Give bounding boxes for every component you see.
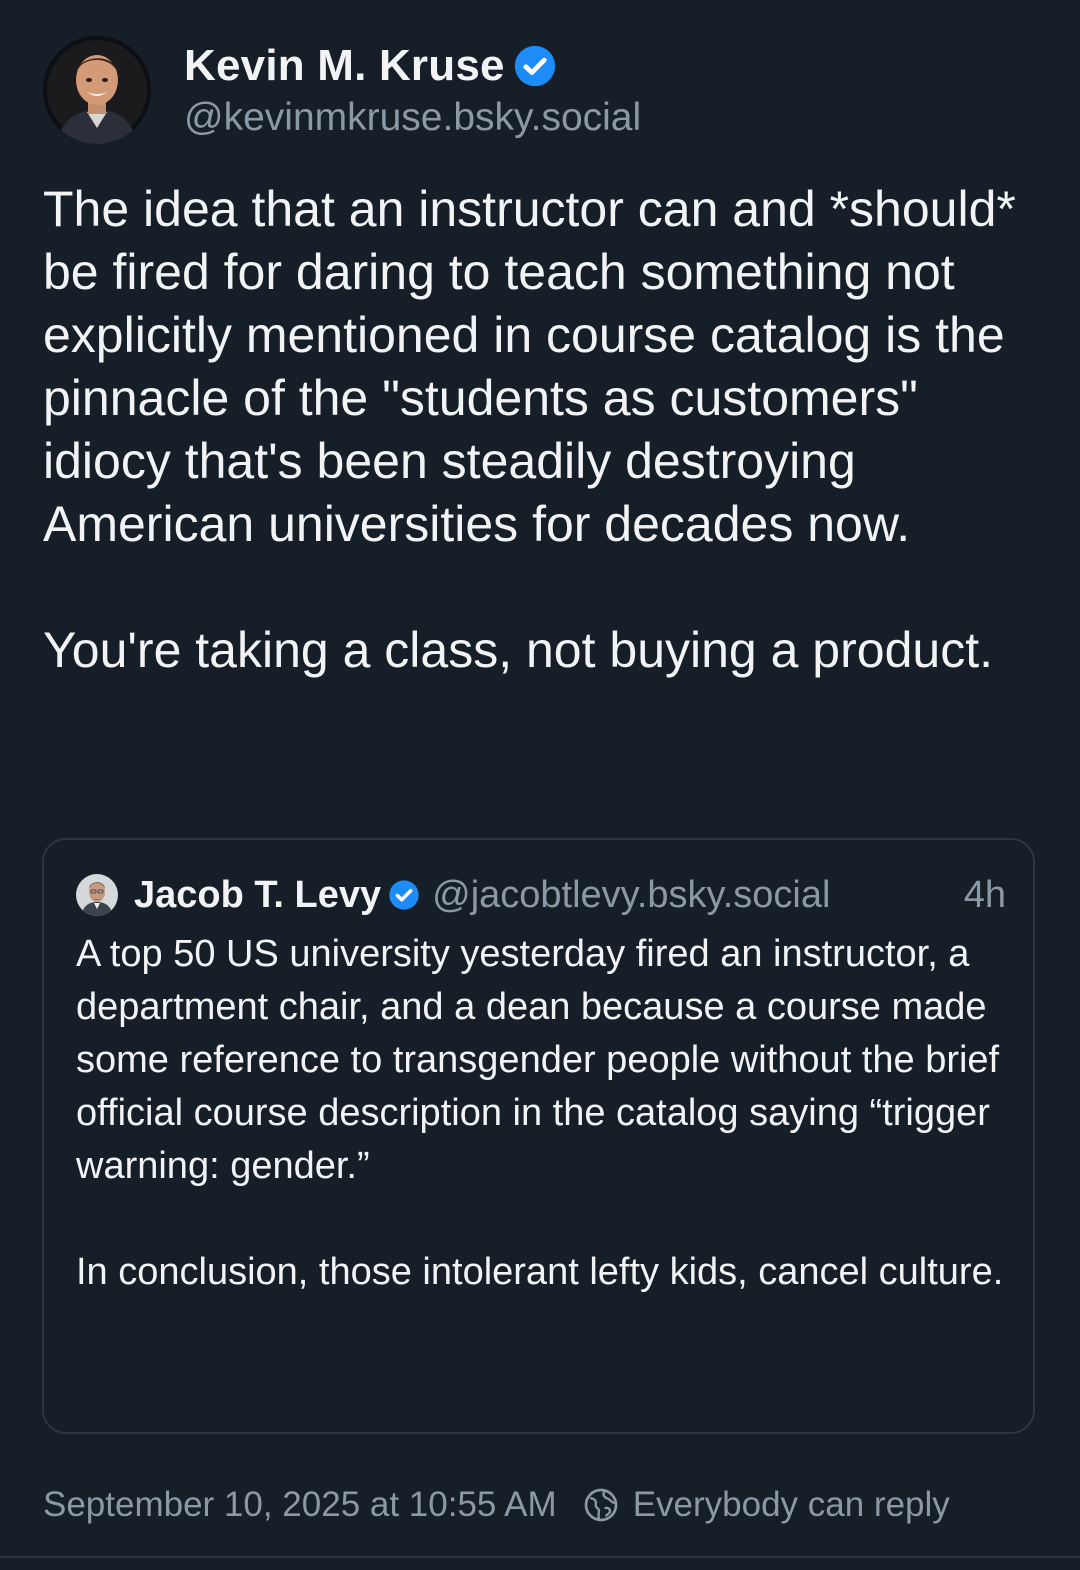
- post-text-paragraph-1: The idea that an instructor can and *sho…: [43, 181, 1016, 552]
- quoted-author-name[interactable]: Jacob T. Levy: [134, 874, 381, 917]
- quoted-post-text-paragraph-2: In conclusion, those intolerant lefty ki…: [76, 1251, 1004, 1293]
- quoted-post-text: A top 50 US university yesterday fired a…: [76, 928, 1016, 1299]
- quoted-author-avatar[interactable]: [76, 874, 118, 916]
- quoted-post-card[interactable]: Jacob T. Levy @jacobtlevy.bsky.social 4h…: [42, 838, 1035, 1434]
- author-name[interactable]: Kevin M. Kruse: [184, 41, 505, 91]
- quoted-post-time: 4h: [963, 873, 1006, 916]
- reply-setting-label[interactable]: Everybody can reply: [633, 1485, 950, 1525]
- quoted-verified-check-icon[interactable]: [388, 879, 420, 911]
- post-thread-view: Kevin M. Kruse @kevinmkruse.bsky.social …: [0, 0, 1080, 1570]
- post-text: The idea that an instructor can and *sho…: [43, 178, 1043, 682]
- verified-check-icon[interactable]: [513, 44, 557, 88]
- divider: [0, 1556, 1080, 1558]
- author-handle[interactable]: @kevinmkruse.bsky.social: [184, 96, 641, 140]
- post-timestamp: September 10, 2025 at 10:55 AM: [43, 1485, 557, 1524]
- author-avatar[interactable]: [43, 36, 151, 144]
- author-name-row: Kevin M. Kruse: [184, 38, 557, 94]
- quoted-author-handle[interactable]: @jacobtlevy.bsky.social: [432, 874, 830, 917]
- globe-icon: [583, 1487, 619, 1523]
- quoted-post-header: Jacob T. Levy @jacobtlevy.bsky.social 4h: [76, 870, 1006, 920]
- quoted-post-text-paragraph-1: A top 50 US university yesterday fired a…: [76, 933, 1000, 1187]
- post-text-paragraph-2: You're taking a class, not buying a prod…: [43, 622, 993, 678]
- post-meta-row: September 10, 2025 at 10:55 AM Everybody…: [43, 1480, 950, 1530]
